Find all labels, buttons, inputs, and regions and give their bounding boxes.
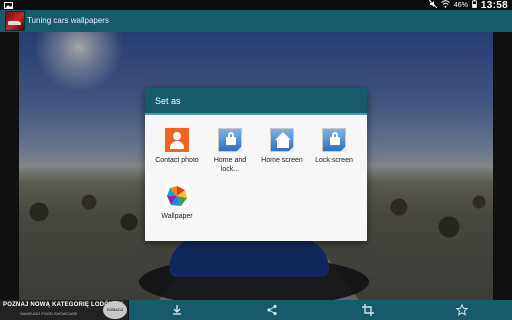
ad-subline: SAMSUNG FOOD SHOWCASE bbox=[20, 311, 78, 316]
app-title: Tuning cars wallpapers bbox=[27, 16, 109, 25]
status-bar: 46% 13:58 bbox=[0, 0, 512, 11]
home-screen-icon bbox=[270, 128, 294, 152]
share-icon[interactable] bbox=[266, 304, 278, 316]
option-label: Home and lock... bbox=[213, 157, 247, 173]
contact-icon bbox=[165, 128, 189, 152]
battery-icon bbox=[472, 0, 477, 10]
download-icon[interactable] bbox=[171, 304, 183, 316]
star-icon[interactable] bbox=[455, 303, 469, 316]
set-as-dialog: Set as Contact photo Home and lock... Ho… bbox=[145, 88, 367, 241]
option-label: Lock screen bbox=[315, 157, 353, 164]
clock: 13:58 bbox=[480, 0, 508, 11]
dialog-title: Set as bbox=[145, 88, 367, 115]
wallpaper-icon bbox=[165, 184, 189, 208]
app-car-icon[interactable] bbox=[5, 11, 25, 31]
ad-badge[interactable]: ZOBACZ bbox=[103, 301, 127, 319]
crop-icon[interactable] bbox=[362, 304, 374, 316]
option-home-screen[interactable]: Home screen bbox=[257, 128, 307, 165]
lock-screen-icon bbox=[322, 128, 346, 152]
option-wallpaper[interactable]: Wallpaper bbox=[152, 184, 202, 221]
mute-icon bbox=[428, 0, 438, 10]
bottom-bar: POZNAJ NOWĄ KATEGORIĘ LODÓWEK SAMSUNG FO… bbox=[0, 300, 512, 320]
ad-banner[interactable]: POZNAJ NOWĄ KATEGORIĘ LODÓWEK SAMSUNG FO… bbox=[0, 300, 129, 320]
battery-percent: 46% bbox=[453, 1, 468, 9]
option-contact-photo[interactable]: Contact photo bbox=[152, 128, 202, 165]
option-home-and-lock[interactable]: Home and lock... bbox=[205, 128, 255, 174]
option-label: Home screen bbox=[261, 157, 303, 164]
option-label: Contact photo bbox=[155, 157, 199, 164]
home-lock-icon bbox=[218, 128, 242, 152]
wifi-icon bbox=[441, 0, 450, 10]
option-lock-screen[interactable]: Lock screen bbox=[309, 128, 359, 165]
option-label: Wallpaper bbox=[161, 213, 193, 220]
